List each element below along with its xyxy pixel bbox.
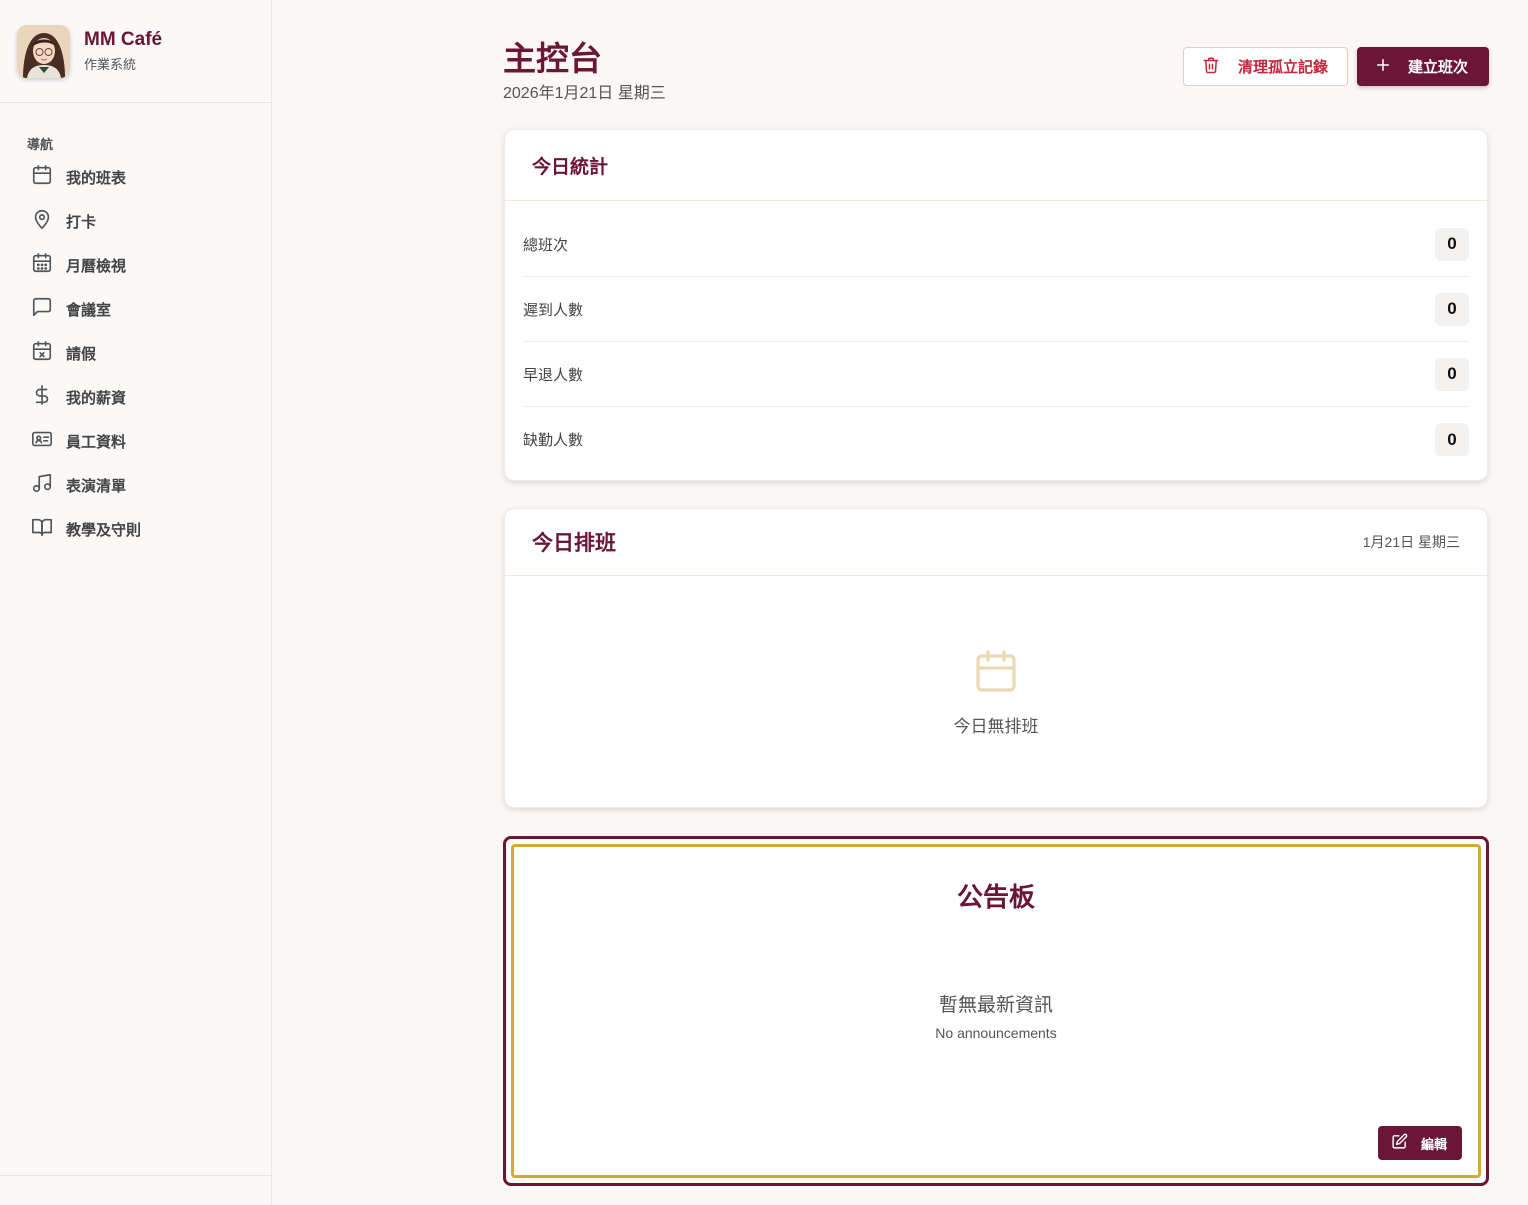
sidebar-item-staff-info[interactable]: 員工資料 (20, 419, 252, 463)
sidebar-item-leave[interactable]: 請假 (20, 331, 252, 375)
clean-button-label: 清理孤立記錄 (1238, 59, 1329, 76)
sidebar-item-label: 請假 (66, 345, 97, 363)
calendar-grid-icon (31, 252, 53, 279)
today-schedule-card: 今日排班 1月21日 星期三 今日無排班 (504, 508, 1488, 808)
sidebar-item-performance-list[interactable]: 表演清單 (20, 463, 252, 507)
sidebar-item-calendar-view[interactable]: 月曆檢視 (20, 243, 252, 287)
sidebar-item-guides[interactable]: 教學及守則 (20, 507, 252, 551)
stat-label: 總班次 (523, 236, 569, 254)
schedule-card-header: 今日排班 1月21日 星期三 (505, 509, 1487, 576)
edit-icon (1391, 1133, 1421, 1153)
stat-row-early-leave: 早退人數 0 (523, 342, 1469, 407)
calendar-icon (31, 164, 53, 191)
page-date: 2026年1月21日 星期三 (503, 85, 666, 102)
stat-row-absent: 缺勤人數 0 (523, 407, 1469, 472)
create-button-label: 建立班次 (1408, 59, 1469, 76)
calendar-empty-icon (972, 650, 1020, 701)
sidebar-item-label: 我的班表 (66, 169, 127, 187)
sidebar-item-my-schedule[interactable]: 我的班表 (20, 155, 252, 199)
edit-button-label: 編輯 (1421, 1136, 1448, 1152)
schedule-card-title: 今日排班 (532, 532, 616, 555)
stats-list: 總班次 0 遲到人數 0 早退人數 0 缺勤人數 0 (505, 201, 1487, 472)
sidebar-item-clock-in[interactable]: 打卡 (20, 199, 252, 243)
bulletin-board-title: 公告板 (956, 882, 1035, 912)
sidebar-item-label: 月曆檢視 (66, 257, 127, 275)
brand-name: MM Café (84, 29, 163, 50)
nav-heading: 導航 (27, 137, 54, 152)
sidebar-item-label: 打卡 (66, 213, 97, 231)
create-shift-button[interactable]: 建立班次 (1357, 47, 1489, 86)
stat-label: 早退人數 (523, 366, 584, 384)
stat-value: 0 (1435, 292, 1469, 326)
edit-bulletin-button[interactable]: 編輯 (1378, 1126, 1462, 1160)
sidebar-item-meeting-room[interactable]: 會議室 (20, 287, 252, 331)
bulletin-empty-text-en: No announcements (935, 1025, 1057, 1041)
avatar (17, 24, 70, 78)
map-pin-icon (31, 208, 53, 235)
today-stats-card: 今日統計 總班次 0 遲到人數 0 早退人數 0 缺勤人數 0 (504, 129, 1488, 481)
schedule-date: 1月21日 星期三 (1362, 534, 1460, 550)
bulletin-board: 公告板 暫無最新資訊 No announcements 編輯 (503, 836, 1489, 1186)
trash-icon (1202, 56, 1238, 78)
stat-label: 缺勤人數 (523, 432, 584, 449)
sidebar-item-label: 表演清單 (66, 477, 127, 495)
sidebar-item-label: 會議室 (66, 301, 112, 319)
brand-subtitle: 作業系統 (84, 57, 137, 72)
sidebar-item-label: 員工資料 (66, 433, 127, 451)
sidebar-nav: 我的班表 打卡 月曆檢視 會議室 請假 我的薪資 員工資料 表演清單 教學及守則 (20, 155, 252, 551)
stat-row-late: 遲到人數 0 (523, 277, 1469, 342)
calendar-x-icon (31, 340, 53, 367)
sidebar: MM Café 作業系統 導航 我的班表 打卡 月曆檢視 會議室 請假 我的薪資… (0, 0, 272, 1205)
schedule-empty-text: 今日無排班 (953, 717, 1039, 736)
page-title: 主控台 (503, 40, 602, 77)
stats-card-title: 今日統計 (532, 156, 609, 178)
sidebar-item-my-salary[interactable]: 我的薪資 (20, 375, 252, 419)
sidebar-footer-divider (0, 1175, 272, 1176)
id-card-icon (31, 428, 53, 455)
book-open-icon (31, 516, 53, 543)
sidebar-item-label: 教學及守則 (66, 521, 142, 539)
music-note-icon (31, 472, 53, 499)
stat-value: 0 (1435, 423, 1469, 456)
plus-icon (1374, 56, 1408, 78)
sidebar-item-label: 我的薪資 (66, 389, 127, 407)
bulletin-empty-text-zh: 暫無最新資訊 (938, 995, 1053, 1016)
brand-header: MM Café 作業系統 (0, 0, 271, 103)
clean-orphan-records-button[interactable]: 清理孤立記錄 (1183, 47, 1348, 86)
stat-value: 0 (1435, 357, 1469, 391)
dollar-icon (31, 384, 53, 411)
chat-bubble-icon (31, 296, 53, 323)
stat-label: 遲到人數 (523, 301, 584, 319)
stat-row-total-shifts: 總班次 0 (523, 212, 1469, 277)
stat-value: 0 (1435, 227, 1469, 261)
bulletin-board-inner: 公告板 暫無最新資訊 No announcements 編輯 (511, 844, 1481, 1178)
schedule-empty-state: 今日無排班 (505, 647, 1487, 737)
stats-card-header: 今日統計 (505, 130, 1487, 201)
